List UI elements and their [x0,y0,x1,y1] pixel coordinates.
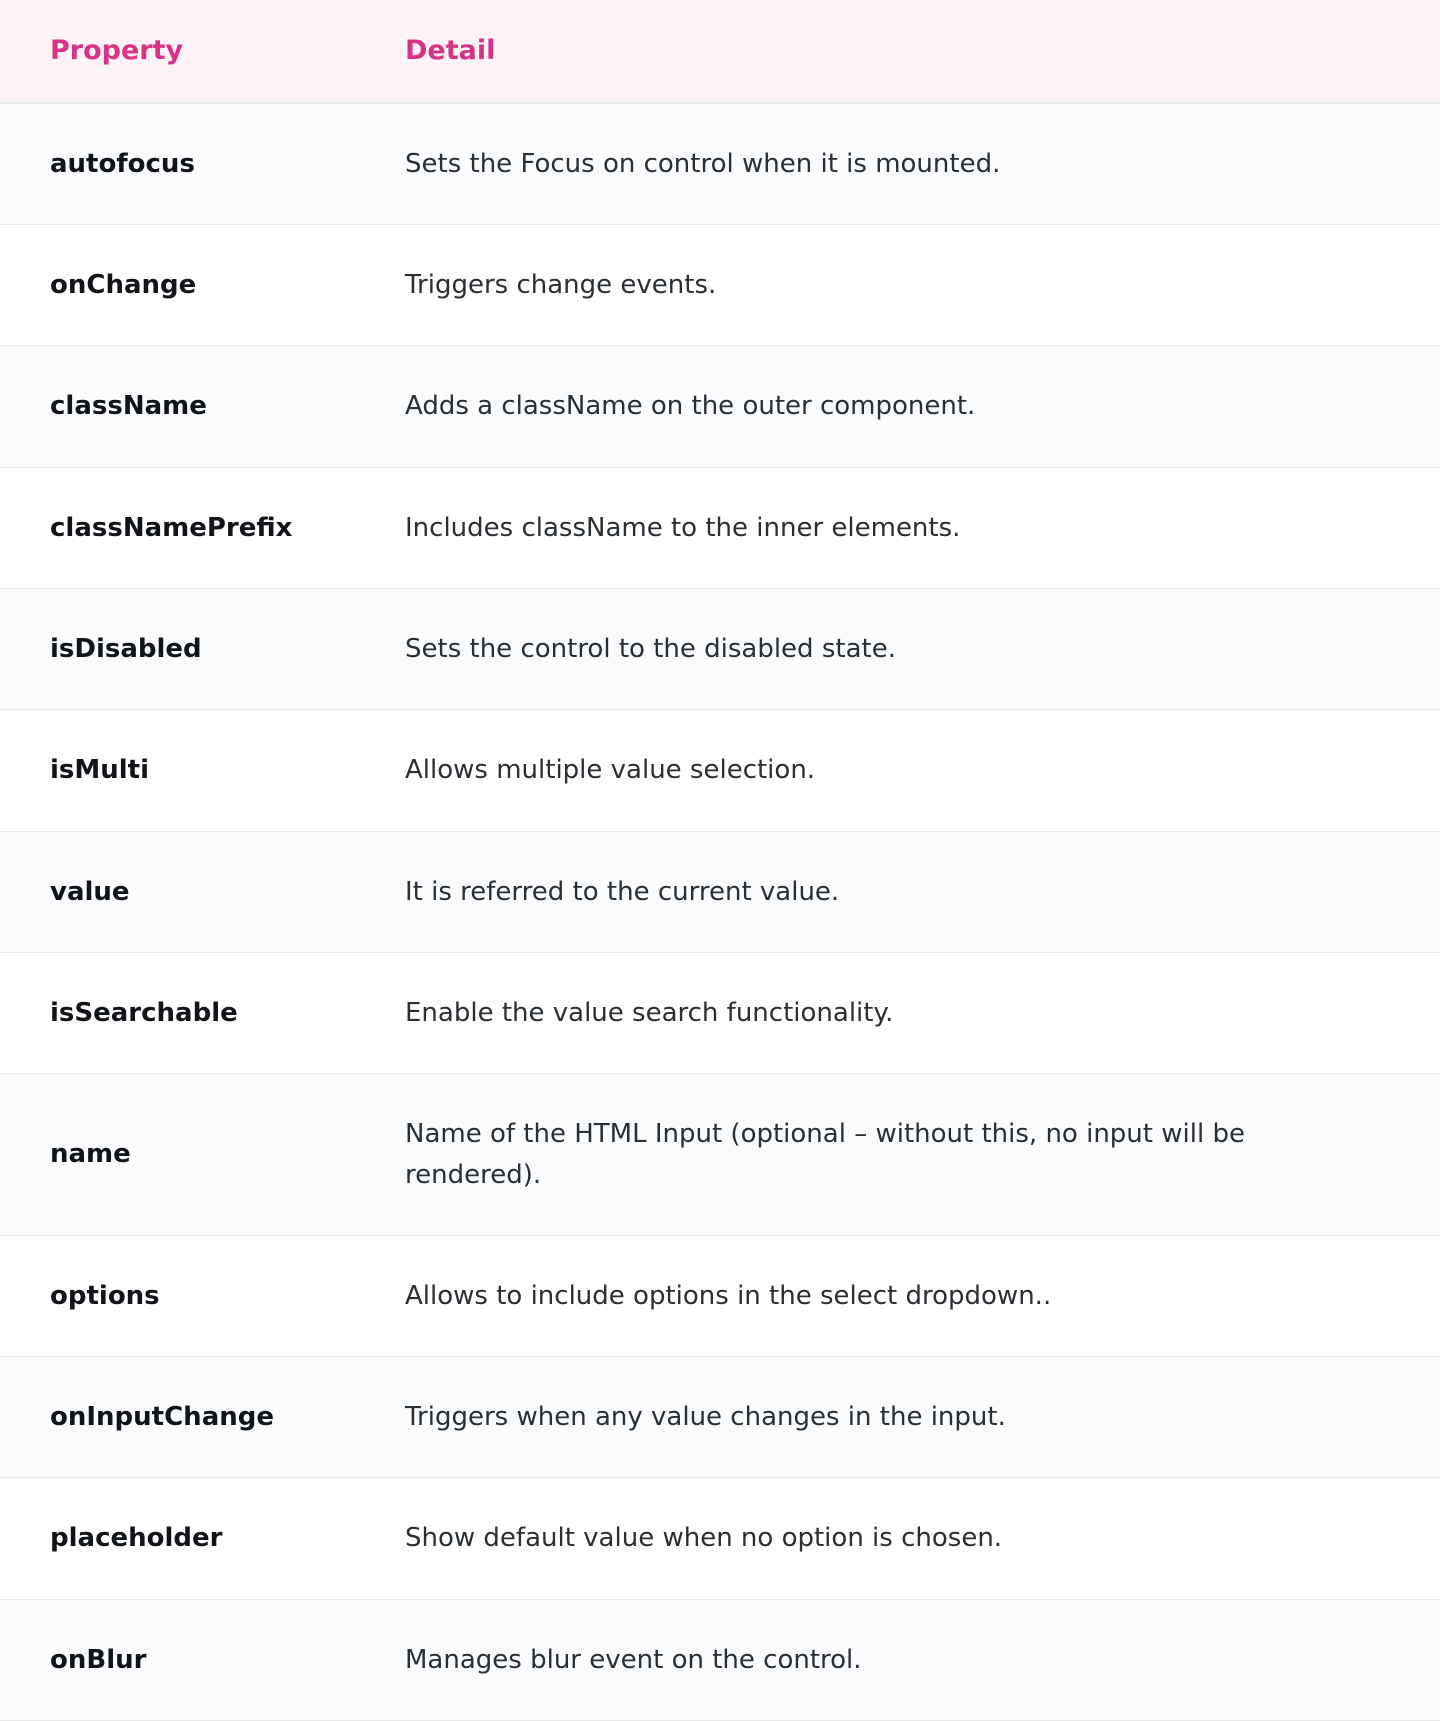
property-name: className [0,346,355,467]
table-row: onBlur Manages blur event on the control… [0,1599,1440,1720]
table-row: value It is referred to the current valu… [0,831,1440,952]
property-detail: Sets the Focus on control when it is mou… [355,103,1440,225]
property-name: onInputChange [0,1357,355,1478]
table-body: autofocus Sets the Focus on control when… [0,103,1440,1721]
property-name: value [0,831,355,952]
table-row: onChange Triggers change events. [0,225,1440,346]
table-header-row: Property Detail [0,0,1440,103]
property-detail: Adds a className on the outer component. [355,346,1440,467]
property-name: classNamePrefix [0,467,355,588]
property-name: isDisabled [0,589,355,710]
property-detail: Includes className to the inner elements… [355,467,1440,588]
column-header-property: Property [0,0,355,103]
table-row: isSearchable Enable the value search fun… [0,952,1440,1073]
properties-table: Property Detail autofocus Sets the Focus… [0,0,1440,1721]
table-row: className Adds a className on the outer … [0,346,1440,467]
property-detail: Allows multiple value selection. [355,710,1440,831]
table-row: onInputChange Triggers when any value ch… [0,1357,1440,1478]
property-name: onBlur [0,1599,355,1720]
table-row: options Allows to include options in the… [0,1235,1440,1356]
property-name: isSearchable [0,952,355,1073]
table-row: classNamePrefix Includes className to th… [0,467,1440,588]
property-detail: Triggers when any value changes in the i… [355,1357,1440,1478]
property-name: autofocus [0,103,355,225]
table-row: placeholder Show default value when no o… [0,1478,1440,1599]
table-row: isMulti Allows multiple value selection. [0,710,1440,831]
property-detail: Allows to include options in the select … [355,1235,1440,1356]
property-detail: Sets the control to the disabled state. [355,589,1440,710]
property-name: options [0,1235,355,1356]
property-detail: Triggers change events. [355,225,1440,346]
column-header-detail: Detail [355,0,1440,103]
property-detail: Name of the HTML Input (optional – witho… [355,1074,1440,1236]
property-detail: Show default value when no option is cho… [355,1478,1440,1599]
property-name: isMulti [0,710,355,831]
property-detail: Enable the value search functionality. [355,952,1440,1073]
property-detail: It is referred to the current value. [355,831,1440,952]
table-row: name Name of the HTML Input (optional – … [0,1074,1440,1236]
property-name: name [0,1074,355,1236]
table-row: autofocus Sets the Focus on control when… [0,103,1440,225]
property-detail: Manages blur event on the control. [355,1599,1440,1720]
property-name: onChange [0,225,355,346]
property-name: placeholder [0,1478,355,1599]
table-row: isDisabled Sets the control to the disab… [0,589,1440,710]
